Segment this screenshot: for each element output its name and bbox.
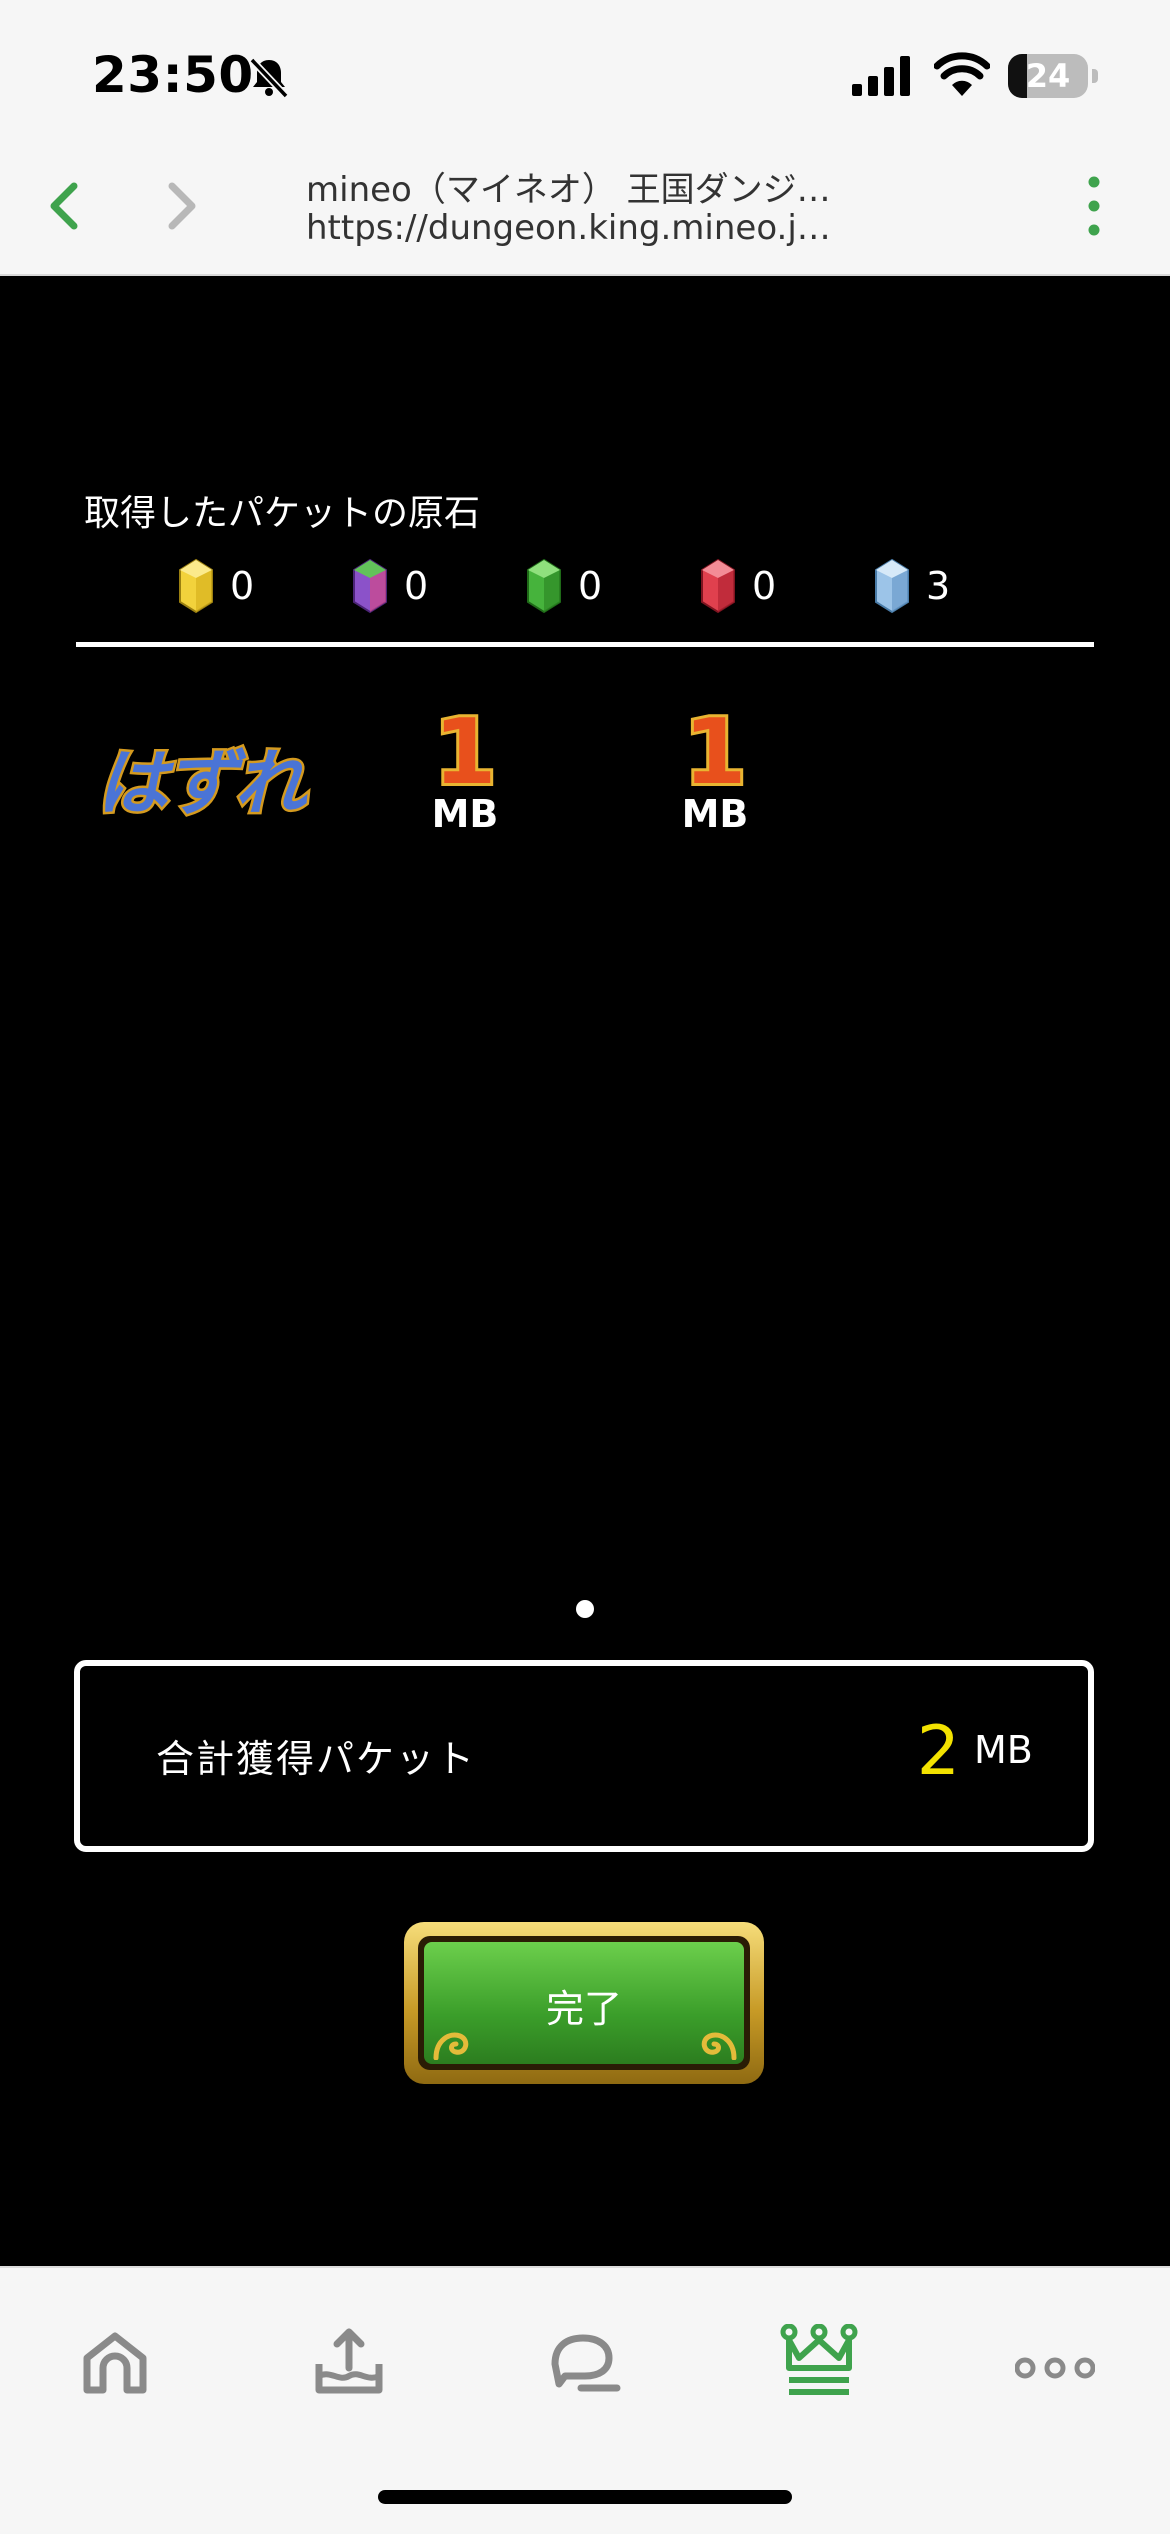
upload-tray-icon [315, 2328, 383, 2394]
crown-icon [780, 2324, 858, 2395]
wifi-icon [934, 52, 990, 96]
red-gem-icon [701, 558, 735, 614]
status-time: 23:50 [92, 46, 254, 104]
page-title: mineo（マイネオ） 王国ダンジ… [306, 170, 831, 210]
result-packet-1: 1 MB [410, 697, 520, 836]
total-label: 合計獲得パケット [156, 1737, 477, 1781]
packet-unit: MB [431, 792, 499, 836]
green-gem-icon [527, 558, 561, 614]
home-icon [83, 2332, 147, 2394]
done-button[interactable]: 完了 [404, 1922, 764, 2084]
light-blue-gem-icon [875, 558, 909, 614]
cellular-signal-icon [852, 56, 910, 96]
packet-value: 1 [431, 697, 500, 808]
purple-gem-icon [353, 558, 387, 614]
total-value: 2 [916, 1712, 960, 1791]
tab-home[interactable] [50, 2314, 180, 2424]
result-packet-2: 1 MB [660, 697, 770, 836]
battery-level: 24 [1025, 57, 1071, 95]
more-vertical-icon[interactable] [1076, 170, 1112, 242]
light-blue-stone: 3 [872, 556, 992, 616]
yellow-gem-icon [179, 558, 213, 614]
red-stone-count: 0 [752, 564, 777, 608]
tab-more[interactable] [990, 2314, 1120, 2424]
game-area: 取得したパケットの原石 0 0 0 0 3 はずれ 1 MB 1 MB 合計獲得… [0, 276, 1170, 2266]
chat-bubble-icon [551, 2334, 621, 2392]
tab-upload[interactable] [284, 2314, 414, 2424]
forward-arrow-icon[interactable] [154, 176, 210, 236]
browser-toolbar: mineo（マイネオ） 王国ダンジ… https://dungeon.king.… [0, 140, 1170, 276]
yellow-stone-count: 0 [230, 564, 255, 608]
divider [76, 642, 1094, 647]
status-bar: 23:50 24 [0, 0, 1170, 140]
back-arrow-icon[interactable] [36, 176, 92, 236]
page-indicator-dot [576, 1600, 594, 1618]
more-horizontal-icon [1015, 2357, 1095, 2379]
tab-chat[interactable] [520, 2314, 650, 2424]
stones-title: 取得したパケットの原石 [84, 493, 481, 534]
total-panel: 合計獲得パケット 2 MB [74, 1660, 1094, 1852]
green-stone-count: 0 [578, 564, 603, 608]
tab-dungeon[interactable] [754, 2314, 884, 2424]
green-stone: 0 [524, 556, 644, 616]
purple-stone-count: 0 [404, 564, 429, 608]
packet-unit: MB [681, 792, 749, 836]
swirl-ornament-icon [701, 2032, 737, 2060]
home-indicator [378, 2490, 792, 2504]
miss-label: はずれ [93, 739, 308, 828]
battery-icon: 24 [1008, 54, 1098, 98]
bell-slash-icon [249, 57, 289, 99]
red-stone: 0 [698, 556, 818, 616]
result-miss: はずれ [93, 716, 326, 828]
page-url[interactable]: https://dungeon.king.mineo.j… [306, 208, 866, 248]
swirl-ornament-icon [433, 2032, 469, 2060]
purple-stone: 0 [350, 556, 470, 616]
packet-value: 1 [681, 697, 750, 808]
yellow-stone: 0 [176, 556, 296, 616]
light-blue-stone-count: 3 [926, 564, 951, 608]
total-unit: MB [974, 1728, 1033, 1772]
